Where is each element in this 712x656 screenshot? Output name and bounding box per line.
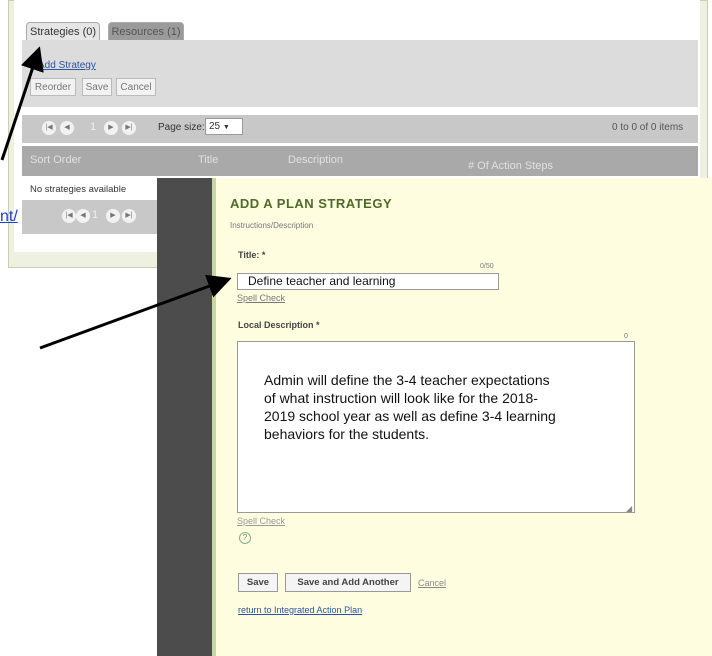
arrow-to-title-input [39, 274, 232, 350]
arrow-to-strategies-tab [0, 46, 44, 161]
annotation-arrows [0, 46, 232, 350]
